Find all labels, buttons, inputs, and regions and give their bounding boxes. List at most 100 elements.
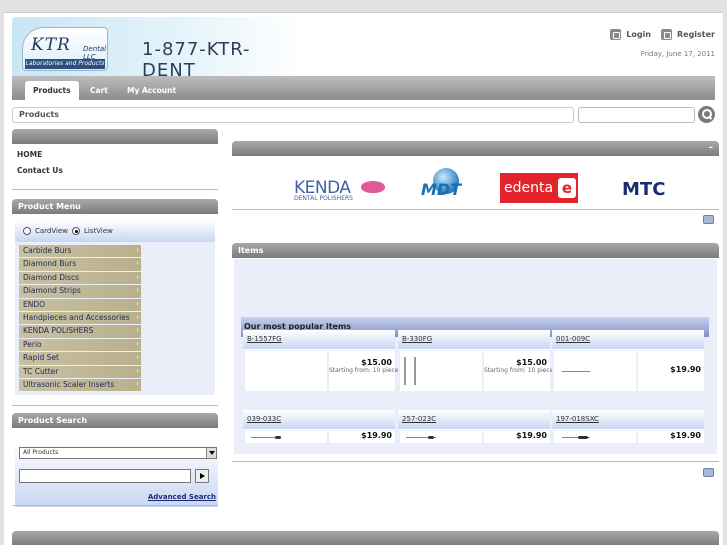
document-icon[interactable] (703, 215, 714, 224)
product-code-link[interactable]: 039-033C (243, 410, 395, 429)
search-go-button[interactable] (195, 469, 209, 483)
product-body: $19.90 (243, 430, 395, 444)
logo[interactable]: KTR Dental LLC Laboratories and Products (22, 27, 108, 71)
product-price: $19.90 (670, 431, 701, 440)
cardview-radio[interactable] (23, 227, 31, 235)
product-code-link[interactable]: B-330FG (398, 330, 550, 349)
main-nav: Products Cart My Account (12, 76, 715, 100)
document-icon[interactable] (703, 468, 714, 477)
register-label: Register (676, 30, 715, 39)
divider (12, 189, 218, 190)
mtc-logo[interactable]: MTC (622, 179, 665, 200)
product-code-link[interactable]: 001-009C (552, 330, 704, 349)
product-image (245, 431, 327, 443)
view-toggle: CardView ListView (15, 220, 215, 242)
product-image (400, 351, 482, 391)
product-price: $19.90 (516, 431, 547, 440)
current-date: Friday, June 17, 2011 (640, 50, 715, 58)
product-code-link[interactable]: 197-018SXC (552, 410, 704, 429)
category-list: Carbide Burs Diamond Burs Diamond Discs … (19, 244, 141, 392)
product-code-link[interactable]: B-1557FG (243, 330, 395, 349)
category-item[interactable]: TC Cutter (19, 364, 141, 378)
bur-image (562, 371, 590, 372)
product-price-box: $15.00 Starting from: 10 pieces $9.90 (484, 351, 576, 391)
divider (12, 405, 218, 406)
product-category-select[interactable]: All Products (19, 447, 217, 459)
logo-text: KTR (31, 35, 71, 55)
register-link[interactable]: Register (660, 29, 715, 40)
tab-cart[interactable]: Cart (82, 81, 116, 100)
chevron-down-icon[interactable] (206, 448, 216, 458)
product-body: $15.00 Starting from: 10 pieces $9.90 (398, 350, 576, 392)
product-card[interactable]: B-330FG $15.00 Starting from: 10 pieces … (398, 330, 576, 392)
phone-number: 1-877-KTR-DENT (142, 39, 251, 81)
bur-head (275, 436, 281, 439)
login-label: Login (626, 30, 651, 39)
bur-head (428, 436, 434, 439)
product-price-box: $15.00 Starting from: 10 pieces $9.90 (329, 351, 421, 391)
left-menu-header (12, 129, 218, 144)
product-card[interactable]: 257-023C $19.90 (398, 410, 550, 444)
product-price-box: $19.90 (638, 351, 704, 391)
category-item[interactable]: Perio (19, 338, 141, 352)
category-item[interactable]: Diamond Burs (19, 257, 141, 271)
footer-bar (12, 531, 719, 545)
product-card[interactable]: 039-033C $19.90 (243, 410, 395, 444)
advanced-search-link[interactable]: Advanced Search (148, 493, 216, 501)
product-search-input[interactable] (19, 469, 191, 483)
product-bulk-price: Starting from: 10 pieces $9.90 (329, 367, 421, 374)
product-menu: CardView ListView Carbide Burs Diamond B… (15, 220, 215, 395)
listview-label[interactable]: ListView (84, 227, 113, 235)
product-price-box: $19.90 (484, 431, 550, 443)
category-item[interactable]: Diamond Strips (19, 284, 141, 298)
mdt-logo-text: MDT (421, 180, 462, 199)
product-bulk-price: Starting from: 10 pieces $9.90 (484, 367, 576, 374)
product-menu-title: Product Menu (12, 199, 218, 214)
login-link[interactable]: Login (610, 29, 651, 40)
category-item[interactable]: KENDA POLISHERS (19, 324, 141, 338)
product-card[interactable]: B-1557FG $15.00 Starting from: 10 pieces… (243, 330, 421, 392)
tab-products[interactable]: Products (25, 81, 79, 100)
bur-image (414, 357, 416, 385)
divider (12, 505, 218, 506)
product-search-panel: All Products Advanced Search (15, 441, 218, 507)
product-body: $15.00 Starting from: 10 pieces $9.90 (243, 350, 421, 392)
category-item[interactable]: Handpieces and Accessories (19, 311, 141, 325)
left-links: HOME Contact Us (17, 150, 63, 182)
bur-image (404, 357, 406, 385)
category-item[interactable]: Ultrasonic Scaler Inserts (19, 378, 141, 392)
home-link[interactable]: HOME (17, 150, 63, 166)
product-price-box: $19.90 (329, 431, 395, 443)
items-title: Items (232, 243, 719, 258)
lips-icon (361, 181, 385, 193)
product-image (554, 431, 636, 443)
divider (232, 461, 719, 462)
product-card[interactable]: 001-009C $19.90 (552, 330, 704, 392)
listview-radio[interactable] (72, 227, 80, 235)
collapse-icon[interactable]: – (709, 143, 714, 153)
product-price: $15.00 (361, 358, 392, 367)
product-price: $15.00 (516, 358, 547, 367)
product-code-link[interactable]: 257-023C (398, 410, 550, 429)
brands-header: – (232, 141, 719, 156)
cardview-label[interactable]: CardView (35, 227, 68, 235)
search-icon[interactable] (698, 106, 715, 123)
category-item[interactable]: ENDO (19, 298, 141, 311)
edenta-logo-mark: e (558, 178, 576, 198)
product-card[interactable]: 197-018SXC $19.90 (552, 410, 704, 444)
register-icon (660, 29, 672, 40)
login-icon (610, 29, 622, 40)
category-item[interactable]: Diamond Discs (19, 271, 141, 285)
mdt-logo[interactable]: MDT (421, 168, 461, 208)
site-search-input[interactable] (578, 107, 695, 123)
tab-my-account[interactable]: My Account (119, 81, 184, 100)
select-value: All Products (23, 449, 59, 456)
product-body: $19.90 (398, 430, 550, 444)
edenta-logo[interactable]: edenta e (500, 173, 578, 203)
edenta-logo-text: edenta (504, 180, 554, 196)
category-item[interactable]: Rapid Set (19, 351, 141, 365)
category-item[interactable]: Carbide Burs (19, 244, 141, 258)
contact-us-link[interactable]: Contact Us (17, 166, 63, 182)
divider (232, 209, 719, 210)
bur-head (578, 436, 588, 439)
